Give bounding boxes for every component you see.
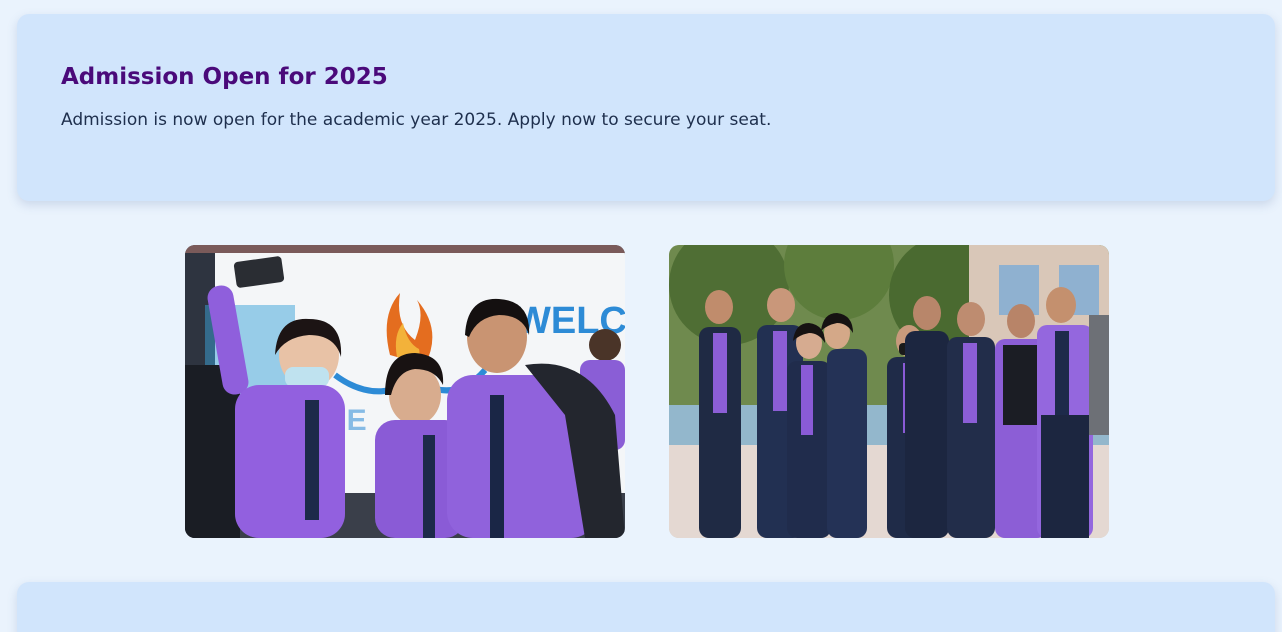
students-selfie-photo: WELC NE — [185, 245, 625, 538]
announcement-text: Admission is now open for the academic y… — [61, 110, 772, 130]
page: Admission Open for 2025 Admission is now… — [0, 0, 1282, 632]
students-group-photo — [669, 245, 1109, 538]
next-section-card — [17, 582, 1275, 632]
announcement-title: Admission Open for 2025 — [61, 64, 388, 90]
admission-announcement-card: Admission Open for 2025 Admission is now… — [17, 14, 1275, 201]
